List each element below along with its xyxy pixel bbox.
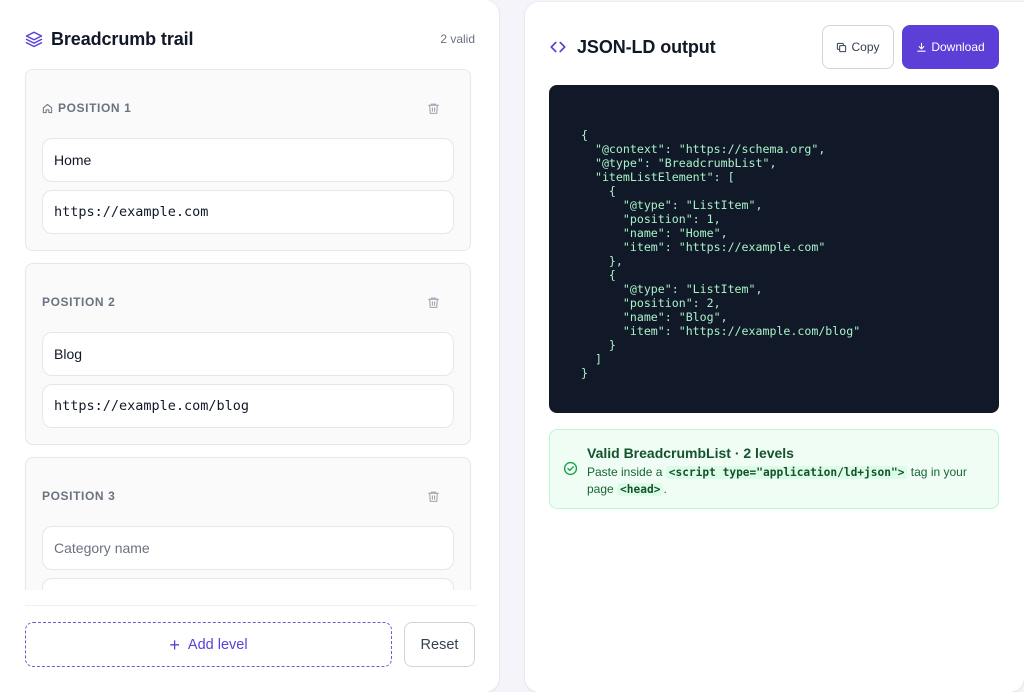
panel-title: Breadcrumb trail — [51, 28, 194, 49]
positions-list[interactable]: POSITION 1 POSITION 2 — [25, 69, 471, 590]
layers-icon — [25, 30, 43, 48]
validation-text: Paste inside a — [587, 465, 666, 479]
name-field[interactable] — [42, 332, 454, 376]
plus-icon: + — [169, 634, 180, 655]
copy-button[interactable]: Copy — [822, 25, 894, 69]
validation-text: . — [663, 482, 667, 496]
script-tag-code: <script type="application/ld+json"> — [665, 466, 908, 479]
position-header: POSITION 2 — [42, 294, 454, 310]
position-header: POSITION 1 — [42, 100, 454, 116]
valid-count: 2 valid — [440, 32, 475, 46]
position-header: POSITION 3 — [42, 488, 454, 504]
validation-status: Valid BreadcrumbList · 2 levels Paste in… — [549, 429, 999, 509]
json-ld-output-panel: JSON-LD output Copy Download { "@context… — [525, 2, 1024, 692]
code-icon — [549, 38, 567, 56]
reset-button[interactable]: Reset — [404, 622, 475, 667]
download-button[interactable]: Download — [902, 25, 999, 69]
position-card: POSITION 2 — [25, 263, 471, 445]
add-level-label: Add level — [187, 636, 248, 653]
name-field[interactable] — [42, 526, 454, 570]
download-label: Download — [931, 40, 985, 54]
position-card: POSITION 3 — [25, 457, 471, 590]
validation-message: Paste inside a <script type="application… — [587, 464, 982, 498]
json-ld-code-block[interactable]: { "@context": "https://schema.org", "@ty… — [549, 85, 999, 413]
validation-title: Valid BreadcrumbList · 2 levels — [587, 445, 794, 461]
output-header: JSON-LD output — [549, 35, 716, 59]
copy-label: Copy — [851, 40, 880, 54]
position-card: POSITION 1 — [25, 69, 471, 251]
name-field[interactable] — [42, 138, 454, 182]
check-circle-icon — [563, 461, 578, 476]
position-label: POSITION 1 — [58, 101, 132, 115]
position-label: POSITION 2 — [42, 295, 116, 309]
position-label: POSITION 3 — [42, 489, 116, 503]
output-title: JSON-LD output — [577, 36, 716, 57]
footer-divider — [25, 605, 477, 606]
copy-icon — [836, 42, 847, 53]
trash-icon[interactable] — [427, 490, 440, 503]
trash-icon[interactable] — [427, 102, 440, 115]
url-field[interactable] — [42, 578, 454, 590]
home-icon — [42, 103, 53, 114]
add-level-button[interactable]: + Add level — [25, 622, 392, 667]
url-field[interactable] — [42, 190, 454, 234]
trash-icon[interactable] — [427, 296, 440, 309]
url-field[interactable] — [42, 384, 454, 428]
download-icon — [916, 42, 927, 53]
panel-header: Breadcrumb trail 2 valid — [25, 27, 475, 51]
breadcrumb-editor-panel: Breadcrumb trail 2 valid POSITION 1 Home… — [0, 0, 499, 692]
head-tag-code: <head> — [617, 483, 664, 496]
reset-label: Reset — [420, 636, 459, 653]
